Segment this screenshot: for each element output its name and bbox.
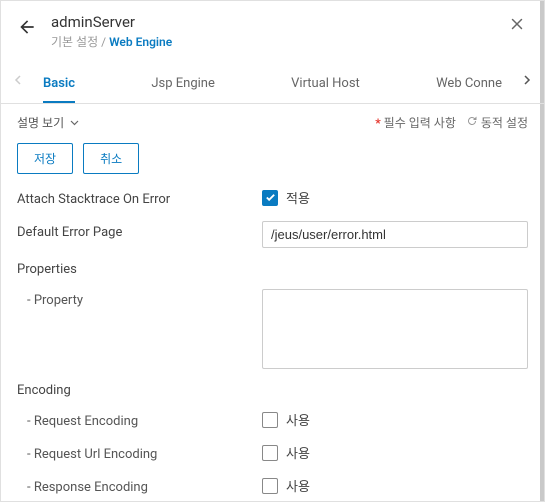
breadcrumb-current: Web Engine — [109, 35, 172, 49]
tab-web-conne[interactable]: Web Conne — [436, 66, 502, 103]
encoding-section-label: Encoding — [17, 383, 528, 398]
properties-section-label: Properties — [17, 262, 528, 277]
default-error-page-input[interactable] — [262, 221, 528, 248]
default-error-page-label: Default Error Page — [17, 221, 262, 240]
cancel-button[interactable]: 취소 — [83, 143, 139, 174]
refresh-icon — [466, 116, 481, 130]
tab-virtual-host[interactable]: Virtual Host — [291, 66, 360, 103]
request-url-encoding-label: - Request Url Encoding — [17, 443, 262, 462]
save-button[interactable]: 저장 — [17, 143, 73, 174]
request-encoding-cb-label: 사용 — [286, 410, 310, 429]
description-toggle[interactable]: 설명 보기 — [17, 114, 79, 131]
property-label: - Property — [17, 289, 262, 308]
request-encoding-label: - Request Encoding — [17, 410, 262, 429]
form: Attach Stacktrace On Error 적용 Default Er… — [1, 188, 544, 501]
tabs: Basic Jsp Engine Virtual Host Web Conne — [1, 66, 544, 104]
request-encoding-checkbox[interactable] — [262, 412, 278, 428]
response-encoding-label: - Response Encoding — [17, 476, 262, 495]
back-arrow-icon[interactable] — [17, 17, 37, 37]
required-legend-label: 필수 입력 사항 — [384, 116, 456, 130]
attach-stacktrace-cb-label: 적용 — [286, 188, 310, 207]
close-icon[interactable] — [506, 13, 528, 35]
response-encoding-cb-label: 사용 — [286, 476, 310, 495]
breadcrumb: 기본 설정 / Web Engine — [51, 33, 506, 50]
chevron-down-icon — [70, 120, 79, 126]
response-encoding-checkbox[interactable] — [262, 478, 278, 494]
asterisk-icon: * — [375, 116, 380, 130]
required-legend: * 필수 입력 사항 — [375, 114, 456, 131]
property-textarea[interactable] — [262, 289, 528, 369]
header: adminServer 기본 설정 / Web Engine — [1, 1, 544, 54]
dynamic-legend: 동적 설정 — [466, 114, 528, 131]
request-url-encoding-checkbox[interactable] — [262, 445, 278, 461]
breadcrumb-parent[interactable]: 기본 설정 — [51, 35, 98, 49]
toolbar: 설명 보기 * 필수 입력 사항 동적 설정 — [1, 104, 544, 137]
dynamic-legend-label: 동적 설정 — [481, 116, 528, 130]
breadcrumb-sep: / — [101, 35, 106, 49]
description-toggle-label: 설명 보기 — [17, 114, 64, 131]
tab-scroll-right-icon[interactable] — [520, 75, 534, 95]
page-title: adminServer — [51, 13, 506, 31]
actions: 저장 취소 — [1, 137, 544, 188]
attach-stacktrace-label: Attach Stacktrace On Error — [17, 188, 262, 207]
tab-scroll-left-icon[interactable] — [11, 75, 25, 95]
tab-basic[interactable]: Basic — [43, 66, 75, 103]
attach-stacktrace-checkbox[interactable] — [262, 190, 278, 206]
request-url-encoding-cb-label: 사용 — [286, 443, 310, 462]
tab-jsp-engine[interactable]: Jsp Engine — [151, 66, 215, 103]
